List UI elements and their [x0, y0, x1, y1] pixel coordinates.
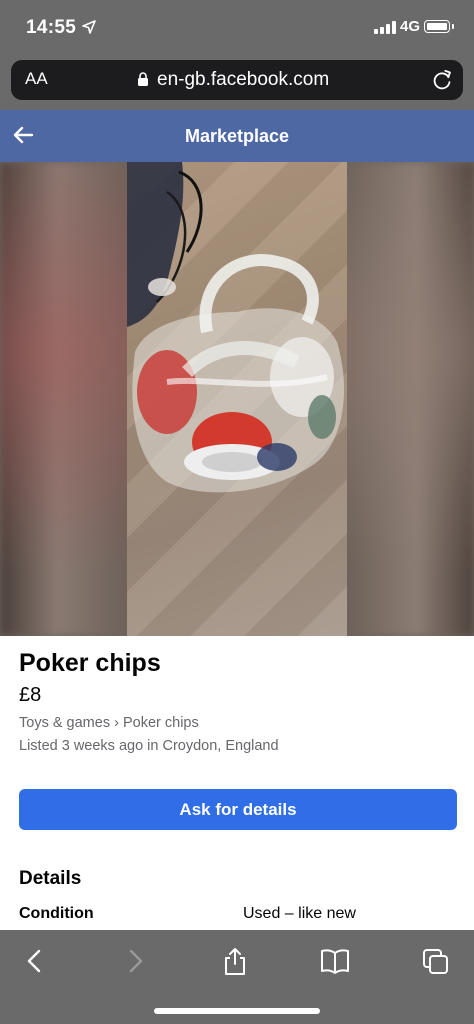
tabs-icon[interactable] — [421, 947, 451, 975]
poker-chips-bag-image — [127, 162, 345, 493]
listing-price: £8 — [19, 684, 42, 706]
reload-icon[interactable] — [431, 69, 453, 91]
browser-address-bar: AA en-gb.facebook.com — [0, 56, 474, 110]
breadcrumb-category-link[interactable]: Toys & games — [19, 715, 110, 731]
bookmarks-icon[interactable] — [320, 947, 350, 975]
condition-value: Used – like new — [243, 905, 356, 922]
status-time: 14:55 — [26, 17, 77, 38]
listing-photo-area — [0, 162, 474, 636]
forward-icon[interactable] — [120, 947, 150, 975]
url-text[interactable]: en-gb.facebook.com — [157, 69, 329, 91]
breadcrumb: Toys & games › Poker chips — [19, 715, 199, 731]
network-type: 4G — [400, 18, 421, 35]
listed-info: Listed 3 weeks ago in Croydon, England — [19, 738, 279, 754]
lock-icon — [138, 72, 148, 86]
ask-for-details-button[interactable]: Ask for details — [19, 789, 457, 830]
breadcrumb-subcategory-link[interactable]: Poker chips — [123, 715, 199, 731]
details-heading: Details — [19, 868, 82, 889]
share-icon[interactable] — [220, 947, 250, 975]
breadcrumb-separator: › — [114, 715, 119, 731]
text-size-button[interactable]: AA — [25, 69, 48, 89]
location-arrow-icon — [82, 20, 96, 34]
back-icon[interactable] — [20, 947, 50, 975]
home-indicator[interactable] — [154, 1008, 320, 1014]
browser-toolbar — [0, 930, 474, 1024]
signal-bars-icon — [374, 21, 396, 34]
listing-title: Poker chips — [19, 649, 161, 677]
status-bar: 14:55 4G — [0, 0, 474, 56]
battery-icon — [424, 20, 454, 33]
page-title: Marketplace — [184, 126, 290, 146]
listing-photo[interactable] — [127, 162, 347, 636]
url-field[interactable]: AA en-gb.facebook.com — [11, 60, 463, 100]
marketplace-header: Marketplace — [0, 110, 474, 162]
listing-details-card: Poker chips £8 Toys & games › Poker chip… — [0, 636, 474, 930]
condition-label: Condition — [19, 905, 94, 922]
